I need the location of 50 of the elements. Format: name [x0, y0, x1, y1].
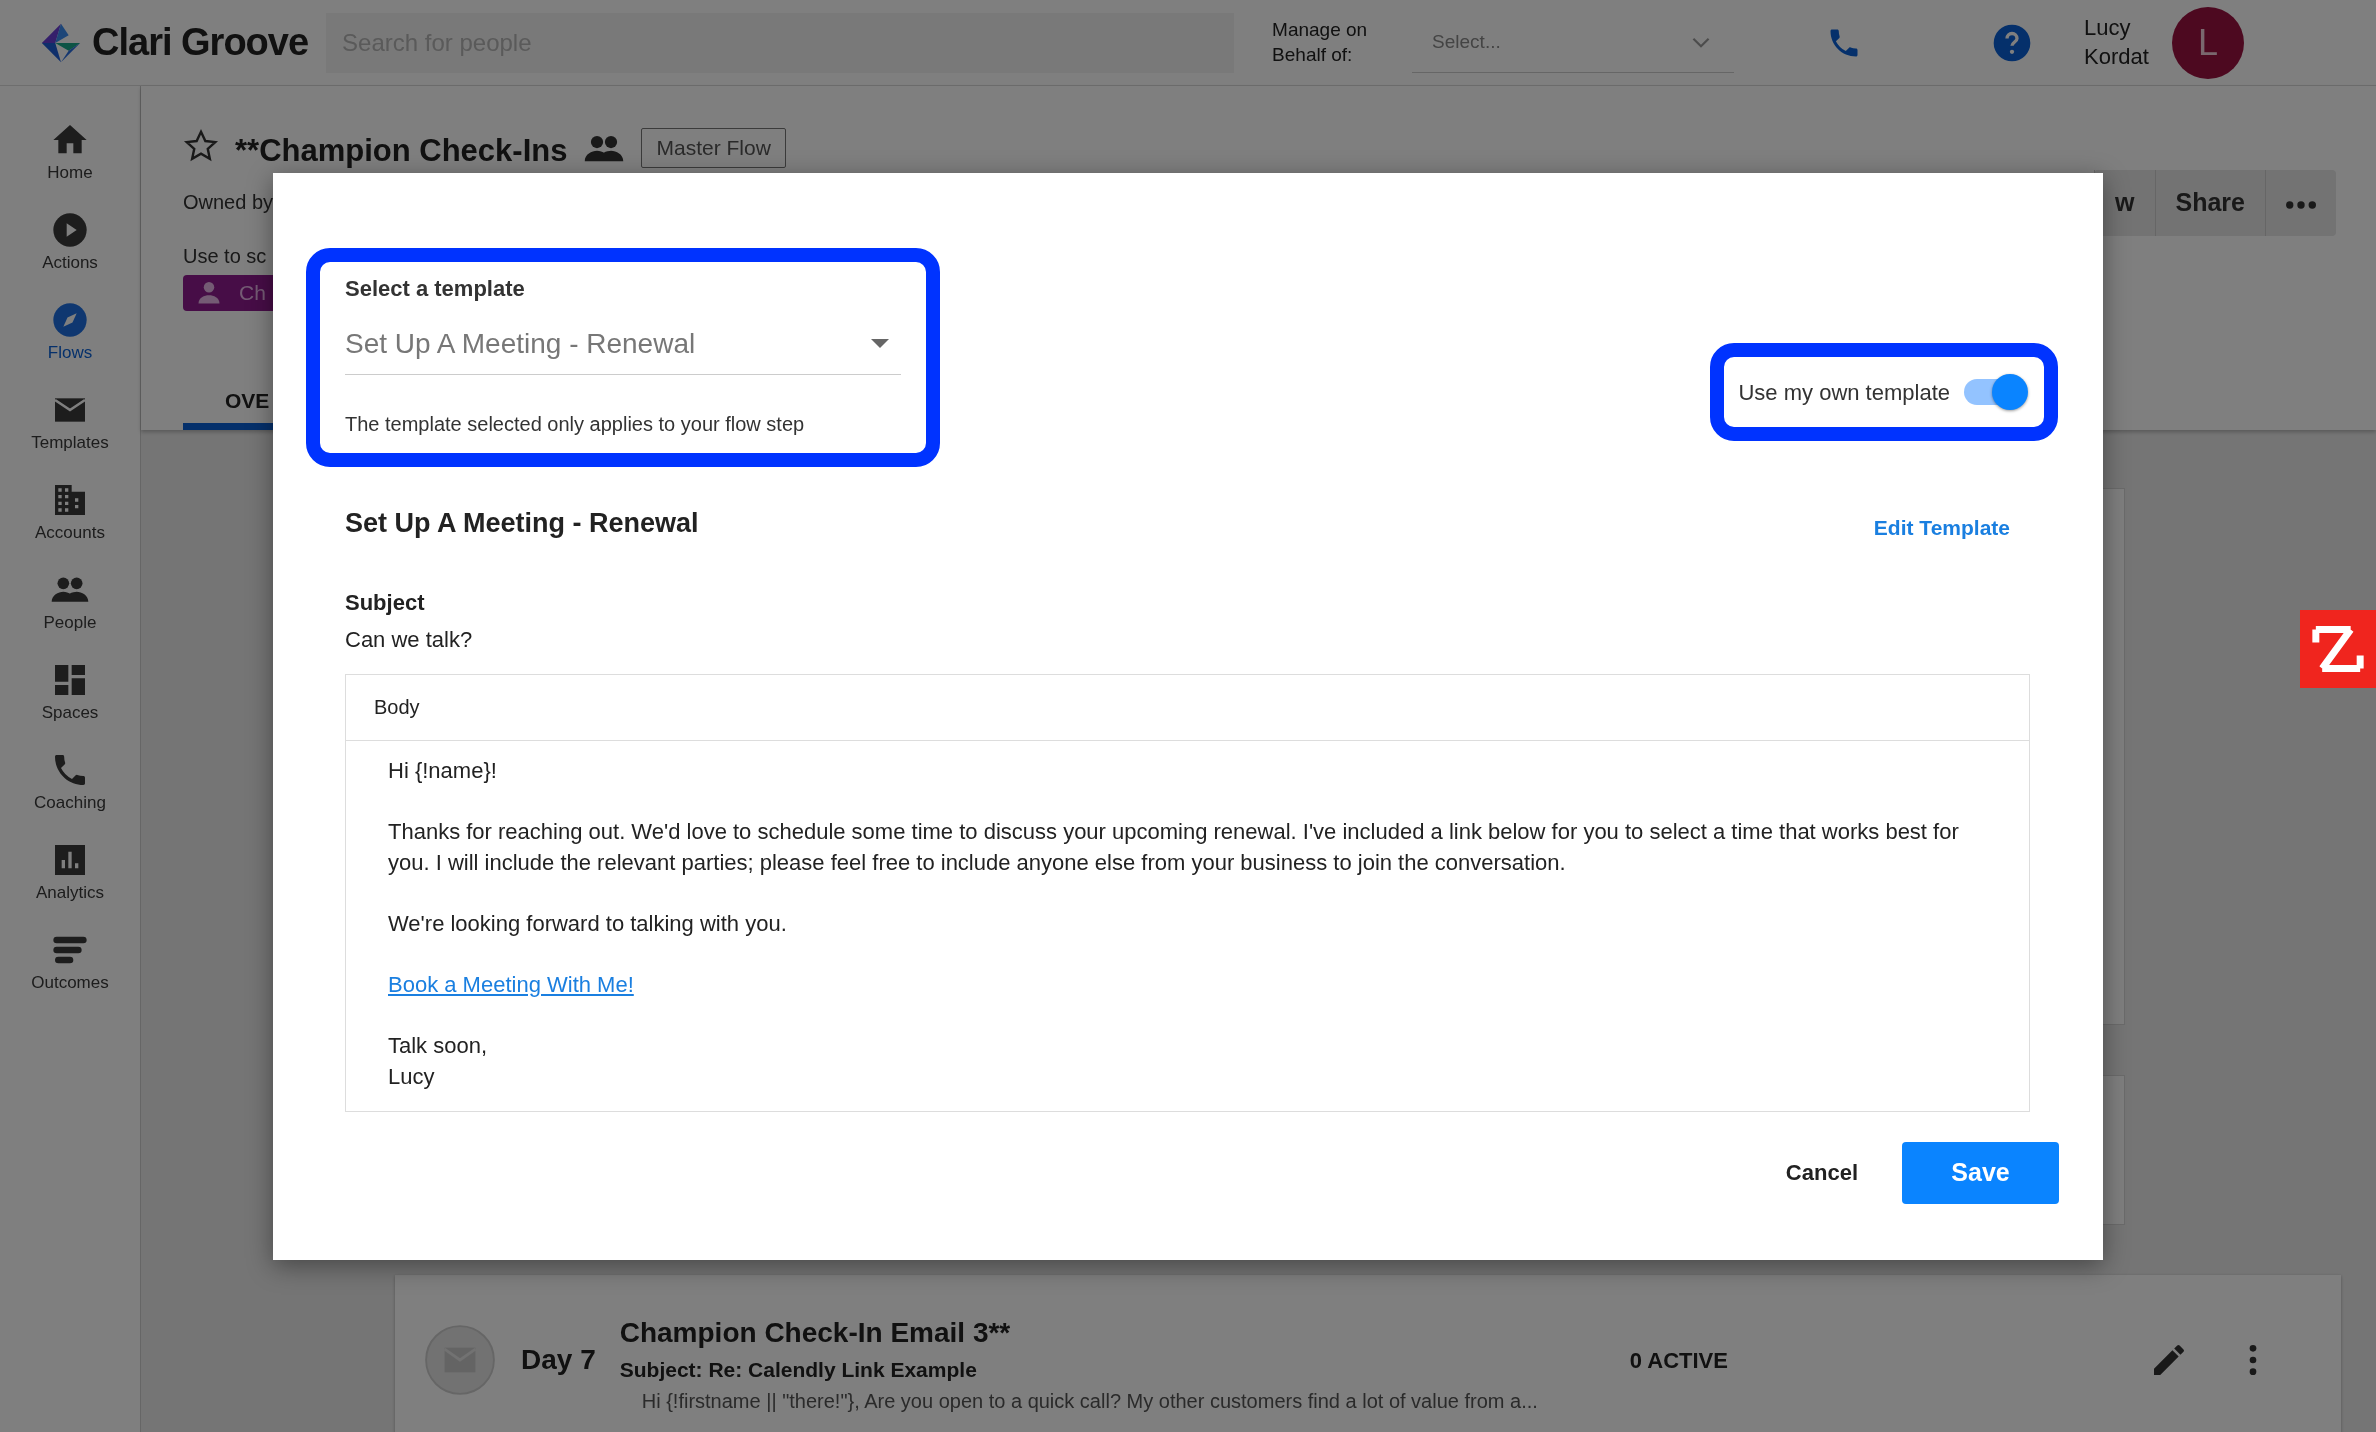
subject-text: Can we talk? — [345, 625, 474, 654]
sidebar-item[interactable]: People — [0, 558, 140, 648]
status-text: 0 ACTIVE — [1629, 1346, 1728, 1375]
sidebar-item[interactable]: Accounts — [0, 468, 140, 558]
user-name: Lucy Kordat — [2084, 13, 2150, 71]
sidebar-item[interactable]: Home — [0, 108, 140, 198]
flow-title: **Champion Check-Ins — [235, 132, 568, 170]
subject-label: Subject — [345, 588, 426, 617]
step-preview: Hi {!firstname || "there!"}, Are you open to a quick call? My other customers find a lot of value from a... — [640, 1388, 1539, 1414]
owner-text: Owned by — [183, 189, 274, 215]
step-title: Champion Check-In Email 3** — [619, 1316, 1012, 1351]
flow-type-label: Master Flow — [641, 128, 786, 168]
step-day: Day 7 — [521, 1339, 596, 1381]
sidebar-item[interactable]: Templates — [0, 378, 140, 468]
body-line: Lucy — [388, 1062, 436, 1091]
edit-template-link[interactable]: Edit Template — [1873, 512, 2010, 544]
template-select[interactable]: Set Up A Meeting - Renewal — [345, 313, 901, 375]
user-select[interactable]: Select... — [1412, 12, 1735, 73]
z-icon[interactable] — [2300, 610, 2376, 688]
body-line: Talk soon, — [388, 1031, 489, 1060]
action-button[interactable]: Share — [2154, 170, 2265, 236]
step-subject: Subject: Re: Calendly Link Example — [619, 1357, 978, 1384]
sidebar-item[interactable]: Coaching — [0, 738, 140, 828]
sidebar-item[interactable]: Spaces — [0, 648, 140, 738]
manage-label: Manage on Behalf of: — [1272, 17, 1369, 67]
template-name: Set Up A Meeting - Renewal — [345, 507, 699, 540]
sidebar-item[interactable]: Outcomes — [0, 918, 140, 1008]
body-label: Body — [374, 695, 420, 720]
sidebar-item[interactable]: Actions — [0, 198, 140, 288]
toggle-label: Use my own template — [1738, 378, 1950, 407]
meeting-link[interactable]: Book a Meeting With Me! — [388, 971, 634, 997]
body-editor[interactable] — [345, 673, 2030, 1112]
save-button[interactable]: Save — [1902, 1141, 2059, 1204]
body-paragraph: We're looking forward to talking with you. — [388, 909, 788, 938]
logo-text: Clari Groove — [92, 20, 309, 65]
body-paragraph: Thanks for reaching out. We'd love to schedule some time to discuss your upcoming renewal. I've included a link below for you to select a time that works best for you. I will include the relevant parties; please feel free to include anyone else from your business to join the conversation. — [388, 817, 1960, 877]
avatar[interactable]: L — [2172, 6, 2245, 79]
dropdown-caret-icon — [871, 339, 889, 348]
toggle-switch[interactable] — [1964, 372, 2030, 412]
sidebar-item[interactable]: Analytics — [0, 828, 140, 918]
body-paragraph: Hi {!name}! — [388, 756, 498, 785]
usage-text: Use to sc — [183, 243, 267, 269]
sidebar-item[interactable]: Flows — [0, 288, 140, 378]
field-label: Select a template — [345, 275, 526, 303]
star-icon[interactable] — [183, 128, 219, 164]
help-icon[interactable] — [1992, 22, 2033, 63]
envelope-icon — [423, 1323, 497, 1397]
cancel-button[interactable]: Cancel — [1779, 1155, 1864, 1190]
helper-text: The template selected only applies to your flow step — [345, 412, 806, 437]
more-icon — [2286, 200, 2316, 209]
